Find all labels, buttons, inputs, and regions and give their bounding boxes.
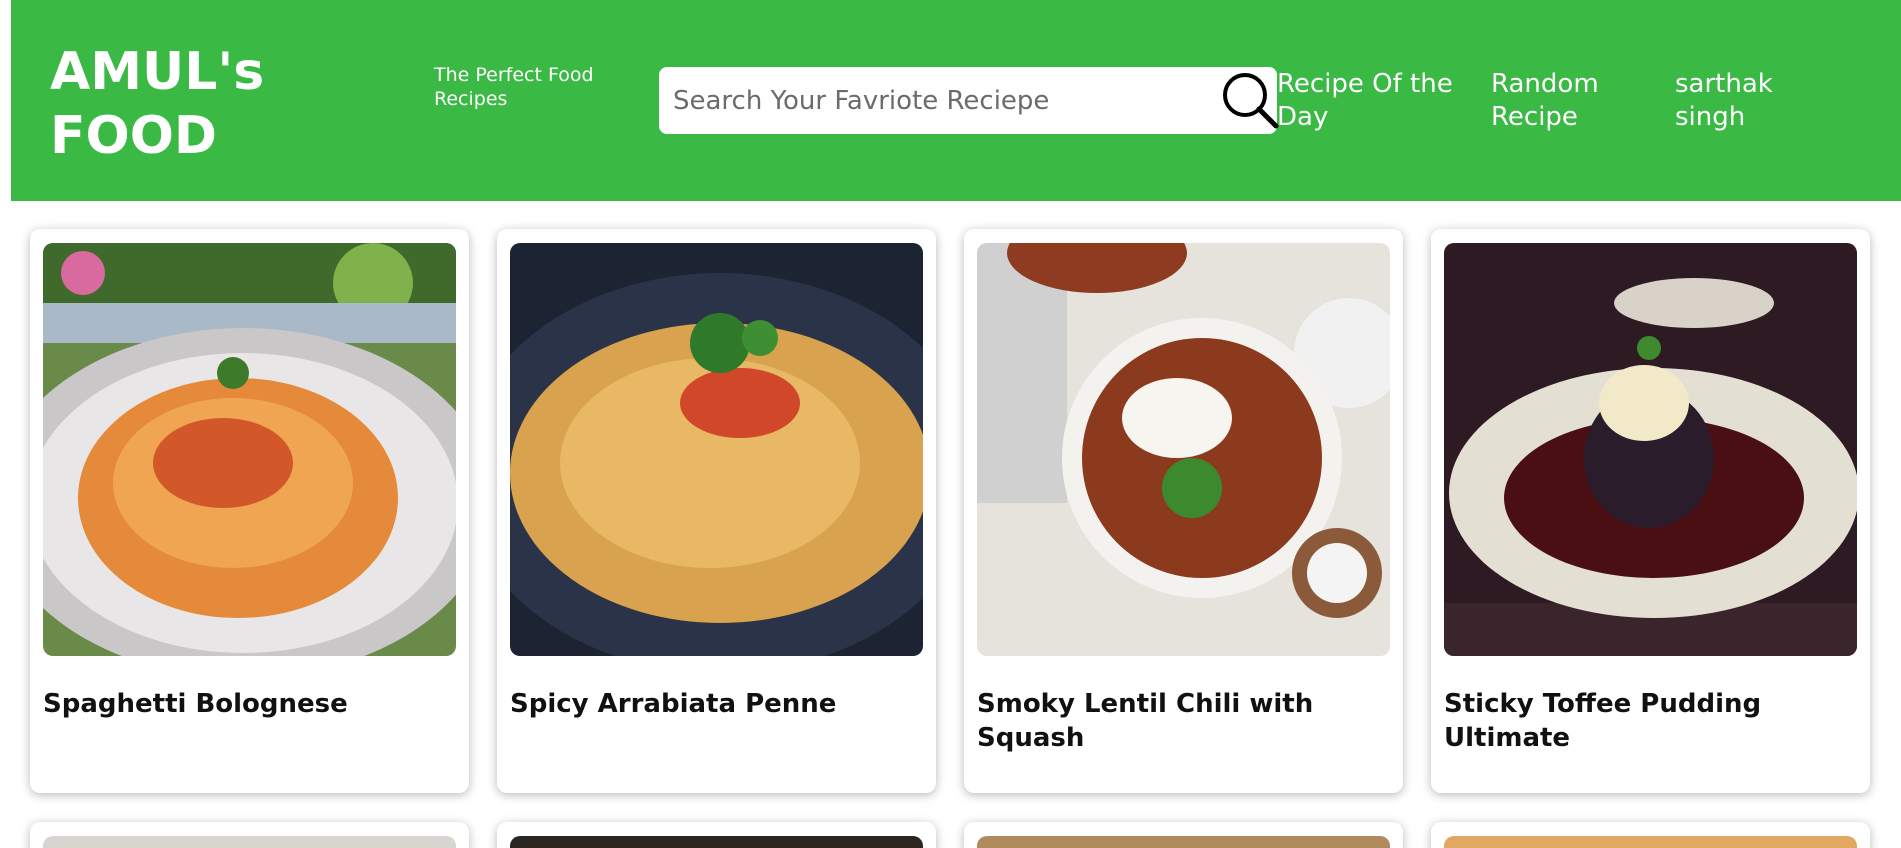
recipe-card[interactable] [964,822,1403,848]
recipe-image [43,836,456,848]
search-bar [659,67,1279,134]
recipe-image-toffee-pudding [1444,243,1857,656]
recipe-card[interactable]: Smoky Lentil Chili with Squash [964,229,1403,793]
recipe-card[interactable] [30,822,469,848]
recipe-card[interactable]: Sticky Toffee Pudding Ultimate [1431,229,1870,793]
recipe-image-penne [510,243,923,656]
recipe-image-lentil-chili [977,243,1390,656]
nav-user-name[interactable]: sarthak singh [1675,68,1815,134]
nav-recipe-of-the-day[interactable]: Recipe Of the Day [1277,68,1467,134]
recipe-image-spaghetti [43,243,456,656]
recipe-image [510,836,923,848]
tagline: The Perfect Food Recipes [434,64,594,110]
recipe-title: Spaghetti Bolognese [43,689,348,719]
brand-logo[interactable]: AMUL's FOOD [50,40,350,168]
recipe-card[interactable] [497,822,936,848]
recipe-card[interactable] [1431,822,1870,848]
site-header: AMUL's FOOD The Perfect Food Recipes Rec… [11,0,1901,201]
recipe-image [1444,836,1857,848]
recipe-card[interactable]: Spicy Arrabiata Penne [497,229,936,793]
page: AMUL's FOOD The Perfect Food Recipes Rec… [0,0,1901,848]
recipe-card[interactable]: Spaghetti Bolognese [30,229,469,793]
search-input[interactable] [673,67,1193,134]
search-button[interactable] [1221,71,1281,133]
recipe-title: Spicy Arrabiata Penne [510,689,837,719]
recipe-title: Smoky Lentil Chili with Squash [977,689,1314,753]
nav-random-recipe[interactable]: Random Recipe [1491,68,1631,134]
recipe-image [977,836,1390,848]
magnifier-icon [1223,73,1279,129]
recipe-title: Sticky Toffee Pudding Ultimate [1444,689,1762,753]
